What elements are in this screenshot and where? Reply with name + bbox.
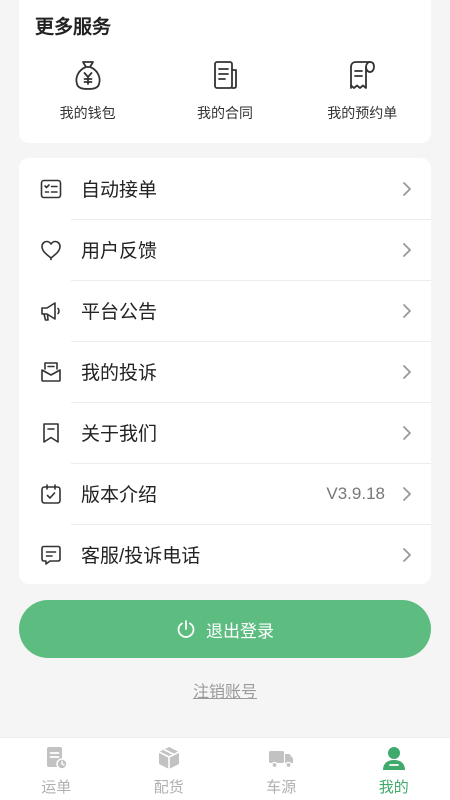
settings-menu: 自动接单 用户反馈 平台公告 我的投诉 关于我们 版本介绍 V3.9.18 客服… (19, 158, 431, 584)
tab-label: 运单 (41, 779, 72, 796)
tab-mine[interactable]: 我的 (338, 738, 450, 800)
menu-item-customer-service[interactable]: 客服/投诉电话 (19, 524, 431, 585)
menu-item-label: 自动接单 (81, 180, 158, 201)
service-wallet[interactable]: 我的钱包 (19, 58, 156, 123)
menu-item-complaint[interactable]: 我的投诉 (19, 341, 431, 402)
complaint-mail-icon (41, 361, 61, 382)
waybill-icon (47, 747, 68, 770)
power-icon (177, 620, 195, 638)
menu-item-label: 版本介绍 (81, 485, 158, 506)
service-label: 我的合同 (196, 105, 253, 121)
menu-item-version[interactable]: 版本介绍 V3.9.18 (19, 463, 431, 524)
menu-item-label: 关于我们 (81, 424, 158, 445)
chevron-right-icon (403, 181, 411, 196)
menu-item-feedback[interactable]: 用户反馈 (19, 219, 431, 280)
service-label: 我的钱包 (59, 105, 116, 121)
feedback-heart-icon (41, 240, 61, 260)
chevron-right-icon (403, 364, 411, 379)
megaphone-icon (41, 301, 60, 321)
service-label: 我的预约单 (327, 105, 398, 121)
package-icon (158, 747, 180, 769)
menu-item-label: 平台公告 (81, 302, 158, 323)
logout-label: 退出登录 (206, 621, 274, 641)
wallet-icon (75, 61, 101, 90)
version-value: V3.9.18 (326, 483, 385, 503)
menu-item-label: 我的投诉 (81, 363, 158, 384)
menu-item-auto-order[interactable]: 自动接单 (19, 158, 431, 219)
menu-item-announcement[interactable]: 平台公告 (19, 280, 431, 341)
tab-label: 车源 (266, 779, 297, 796)
contract-icon (214, 61, 237, 89)
chevron-right-icon (403, 425, 411, 440)
tab-distribution[interactable]: 配货 (113, 738, 226, 800)
reservation-icon (350, 61, 376, 89)
truck-icon (269, 751, 294, 769)
chevron-right-icon (403, 303, 411, 318)
profile-page: 更多服务 我的钱包 我的合同 我的预约单 自动接单 用户反馈 平台公告 我的投诉… (0, 0, 450, 800)
menu-item-about[interactable]: 关于我们 (19, 402, 431, 463)
user-icon (382, 747, 405, 770)
tab-vehicles[interactable]: 车源 (225, 738, 338, 800)
tab-label: 我的 (378, 779, 409, 796)
tab-label: 配货 (153, 779, 184, 796)
auto-order-icon (40, 179, 62, 198)
chevron-right-icon (403, 486, 411, 501)
version-calendar-icon (41, 483, 61, 504)
more-services-card: 更多服务 我的钱包 我的合同 我的预约单 (19, 0, 431, 143)
service-reservation[interactable]: 我的预约单 (294, 58, 431, 123)
logout-button[interactable]: 退出登录 (19, 600, 431, 658)
services-title: 更多服务 (35, 17, 112, 38)
bottom-tab-bar: 运单 配货 车源 我的 (0, 737, 450, 800)
deregister-link[interactable]: 注销账号 (0, 678, 450, 702)
service-chat-icon (41, 545, 61, 565)
services-grid: 我的钱包 我的合同 我的预约单 (19, 58, 431, 123)
chevron-right-icon (403, 547, 411, 562)
menu-item-label: 客服/投诉电话 (81, 546, 201, 567)
about-bookmark-icon (43, 422, 59, 443)
chevron-right-icon (403, 242, 411, 257)
menu-item-label: 用户反馈 (81, 241, 158, 262)
tab-waybill[interactable]: 运单 (0, 738, 113, 800)
service-contract[interactable]: 我的合同 (156, 58, 293, 123)
